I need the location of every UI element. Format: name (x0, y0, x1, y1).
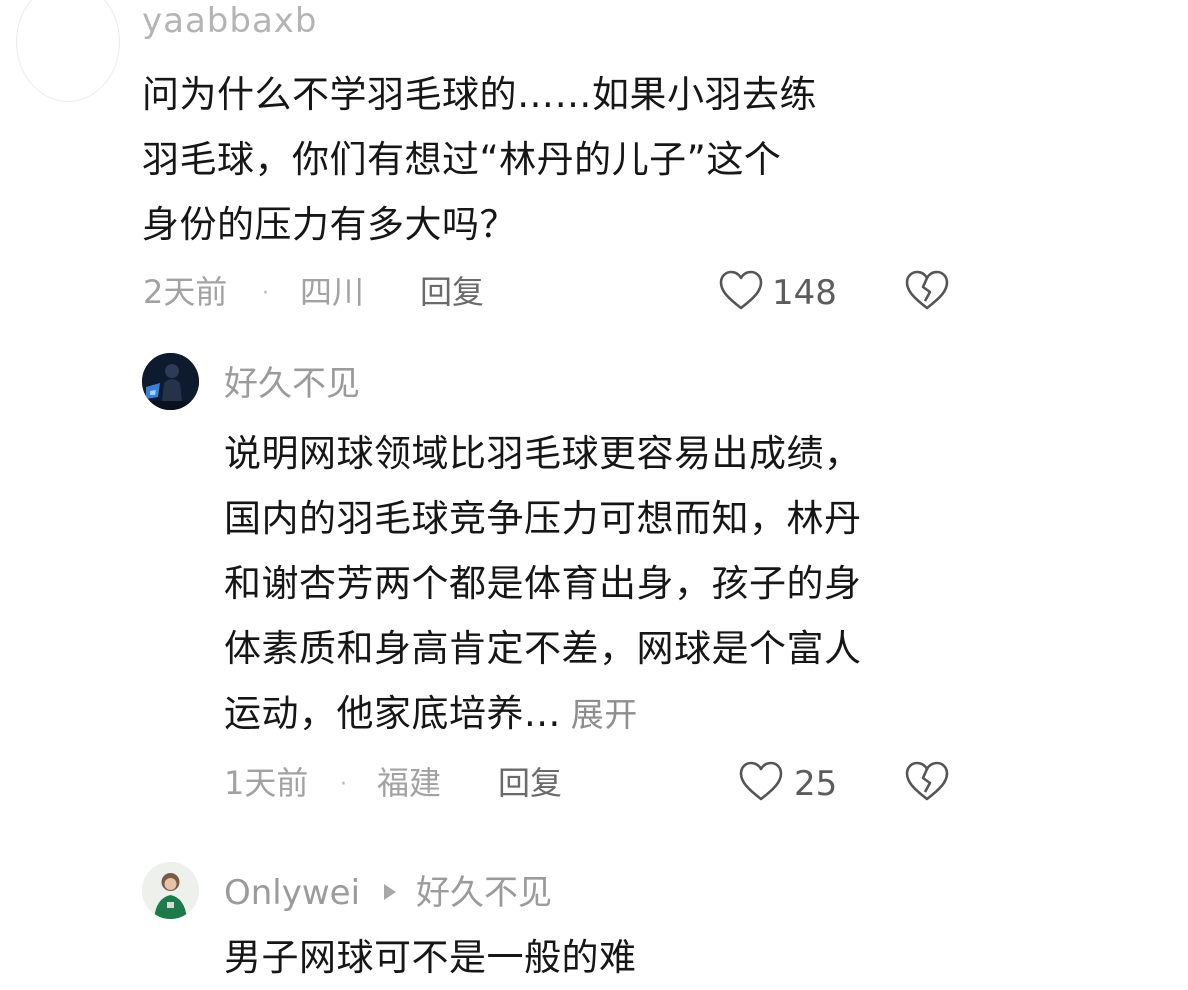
comment-text-line: 体素质和身高肯定不差，网球是个富人 (224, 627, 862, 670)
comment-location: 福建 (377, 764, 442, 802)
reply-button[interactable]: 回复 (420, 276, 484, 308)
comment-time: 2天前 (143, 273, 228, 311)
broken-heart-icon[interactable] (904, 760, 950, 802)
meta-separator: · (340, 772, 347, 797)
comment-text-line: 问为什么不学羽毛球的……如果小羽去练 (142, 73, 817, 116)
comment-text-line: 国内的羽毛球竞争压力可想而知，林丹 (224, 497, 862, 540)
comment-text: 问为什么不学羽毛球的……如果小羽去练 羽毛球，你们有想过“林丹的儿子”这个 身份… (142, 62, 817, 257)
comment-text-line: 说明网球领域比羽毛球更容易出成绩， (224, 432, 862, 475)
broken-heart-icon[interactable] (904, 269, 950, 311)
reply-to-username[interactable]: 好久不见 (416, 876, 552, 910)
comment-text-line: 身份的压力有多大吗？ (142, 203, 517, 246)
meta-separator: · (262, 281, 269, 306)
avatar[interactable] (16, 0, 120, 102)
avatar[interactable] (142, 353, 199, 410)
comment-text-line: 羽毛球，你们有想过“林丹的儿子”这个 (142, 138, 782, 181)
expand-button[interactable]: 展开 (571, 695, 638, 734)
heart-outline-icon[interactable] (718, 269, 764, 311)
like-count: 148 (772, 273, 837, 313)
comment-location: 四川 (300, 273, 365, 311)
comment-text-line: 男子网球可不是一般的难 (224, 936, 637, 979)
like-count: 25 (794, 764, 838, 804)
comment-text: 男子网球可不是一般的难 (224, 925, 637, 990)
comment-text-line: 运动，他家底培养... 展开 (224, 681, 862, 747)
comment-username[interactable]: yaabbaxb (142, 4, 318, 38)
reply-button[interactable]: 回复 (498, 767, 562, 799)
play-triangle-icon (382, 882, 398, 902)
comment-username[interactable]: Onlywei (224, 876, 360, 910)
comment-time: 1天前 (224, 764, 309, 802)
avatar[interactable] (142, 862, 199, 919)
heart-outline-icon[interactable] (738, 760, 784, 802)
comment-username[interactable]: 好久不见 (224, 367, 360, 401)
comment-text: 说明网球领域比羽毛球更容易出成绩， 国内的羽毛球竞争压力可想而知，林丹 和谢杏芳… (224, 421, 862, 747)
comment-text-line: 和谢杏芳两个都是体育出身，孩子的身 (224, 562, 862, 605)
comment-text-truncated: 运动，他家底培养... (224, 692, 561, 735)
